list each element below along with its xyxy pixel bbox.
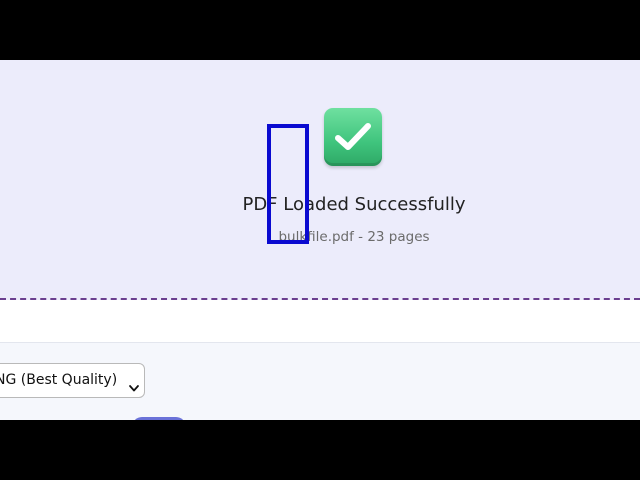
conversion-options-panel: NG (Best Quality) bbox=[0, 343, 640, 420]
letterbox-top bbox=[0, 0, 640, 60]
output-format-select-value: NG (Best Quality) bbox=[0, 372, 118, 388]
check-mark-button-icon bbox=[324, 108, 382, 166]
letterbox-bottom bbox=[0, 420, 640, 480]
focus-highlight-box bbox=[267, 124, 309, 244]
upload-drop-zone[interactable]: PDF Loaded Successfully bulkfile.pdf - 2… bbox=[0, 60, 640, 300]
chevron-down-icon bbox=[128, 374, 140, 397]
output-format-select[interactable]: NG (Best Quality) bbox=[0, 363, 145, 398]
status-title: PDF Loaded Successfully bbox=[242, 194, 466, 215]
browser-viewport: PDF Loaded Successfully bulkfile.pdf - 2… bbox=[0, 60, 640, 420]
section-divider-band bbox=[0, 302, 640, 343]
